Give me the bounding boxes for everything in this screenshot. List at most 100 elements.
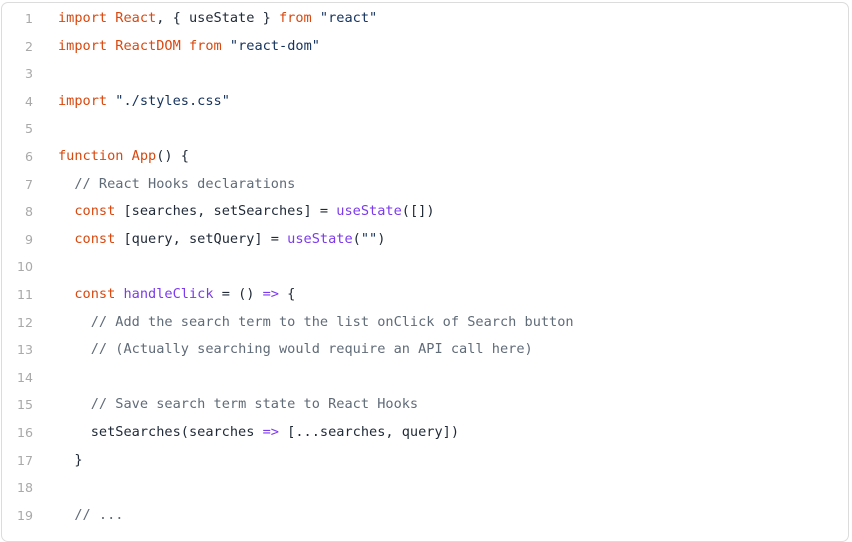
line-content: import "./styles.css"	[58, 88, 230, 116]
code-token-text: [query, setQuery] =	[115, 230, 288, 247]
code-token-text: ([])	[401, 203, 435, 220]
code-token-comment: // (Actually searching would require an …	[90, 341, 533, 358]
line-content: }	[58, 447, 83, 475]
line-content: const handleClick = () => {	[58, 281, 295, 309]
code-token-func: useState	[287, 230, 353, 247]
line-content: setSearches(searches => [...searches, qu…	[58, 419, 459, 447]
code-token-text: }	[58, 451, 83, 468]
code-line: 2 import ReactDOM from "react-dom"	[2, 33, 848, 61]
code-token-name: React	[115, 10, 157, 26]
code-token-text: )	[377, 230, 386, 247]
code-token-comment: // React Hooks declarations	[74, 175, 296, 192]
code-token-keyword: const	[74, 203, 116, 220]
line-content: // React Hooks declarations	[58, 171, 295, 199]
code-line: 7 // React Hooks declarations	[2, 171, 848, 199]
line-number: 18	[16, 480, 33, 496]
line-number: 2	[24, 38, 33, 54]
line-number: 14	[16, 369, 33, 385]
code-line: 18	[2, 474, 848, 502]
code-token-arrow: =>	[262, 285, 279, 302]
code-line: 15 // Save search term state to React Ho…	[2, 391, 848, 419]
code-line: 5	[2, 115, 848, 143]
code-line: 17 }	[2, 447, 848, 475]
line-number: 17	[16, 452, 33, 468]
code-token-name: App	[131, 147, 157, 164]
line-number: 8	[24, 204, 33, 220]
code-token-keyword: const	[74, 230, 116, 247]
line-content: // Save search term state to React Hooks	[58, 391, 418, 419]
code-token-text: () {	[156, 147, 189, 164]
code-line: 13 // (Actually searching would require …	[2, 336, 848, 364]
code-token-comment: // Save search term state to React Hooks	[90, 396, 419, 413]
line-content: // Add the search term to the list onCli…	[58, 309, 574, 337]
code-token-text: (	[352, 230, 361, 247]
code-token-keyword: const	[74, 285, 116, 302]
code-token-keyword: import	[58, 10, 108, 26]
line-content: import ReactDOM from "react-dom"	[58, 33, 320, 61]
code-token-keyword: from	[278, 10, 312, 26]
code-lines: 1 import React, { useState } from "react"…	[2, 5, 848, 529]
line-number: 16	[16, 424, 33, 440]
line-number: 19	[16, 507, 33, 523]
code-token-text: setSearches(searches	[58, 423, 263, 440]
code-line: 1 import React, { useState } from "react"	[2, 5, 848, 33]
line-number: 10	[16, 259, 33, 275]
code-block: 1 import React, { useState } from "react"…	[1, 2, 849, 542]
line-content: const [query, setQuery] = useState("")	[58, 226, 385, 254]
code-token-string: "./styles.css"	[115, 92, 230, 109]
code-token-keyword: import	[58, 92, 108, 109]
line-number: 11	[16, 286, 33, 302]
code-token-keyword: from	[188, 37, 222, 54]
code-token-text: = ()	[213, 285, 263, 302]
code-token-keyword: import	[58, 37, 108, 54]
line-content: const [searches, setSearches] = useState…	[58, 198, 435, 226]
line-number: 15	[16, 397, 33, 413]
line-number: 4	[24, 93, 33, 109]
code-token-arrow: =>	[262, 423, 279, 440]
code-token-text: [...searches, query])	[278, 423, 460, 440]
line-number: 13	[16, 342, 33, 358]
code-token-string: ""	[360, 230, 378, 247]
line-content: import React, { useState } from "react"	[58, 5, 377, 33]
code-token-string: "react-dom"	[229, 37, 320, 54]
line-number: 12	[16, 314, 33, 330]
code-line: 9 const [query, setQuery] = useState("")	[2, 226, 848, 254]
line-content: // (Actually searching would require an …	[58, 336, 533, 364]
line-content: function App() {	[58, 143, 189, 171]
code-line: 6 function App() {	[2, 143, 848, 171]
code-line: 3	[2, 60, 848, 88]
line-number: 9	[24, 231, 33, 247]
line-number: 1	[24, 11, 33, 26]
line-number: 7	[24, 176, 33, 192]
code-token-name: ReactDOM	[115, 37, 181, 54]
code-token-func: handleClick	[123, 285, 214, 302]
code-token-text: [searches, setSearches] =	[115, 203, 337, 220]
code-token-text: {	[279, 285, 296, 302]
code-token-text: , { useState }	[156, 10, 279, 26]
line-number: 3	[24, 66, 33, 82]
code-line: 19 // ...	[2, 502, 848, 530]
code-line: 16 setSearches(searches => [...searches,…	[2, 419, 848, 447]
code-token-string: "react"	[319, 10, 378, 26]
code-line: 8 const [searches, setSearches] = useSta…	[2, 198, 848, 226]
code-line: 12 // Add the search term to the list on…	[2, 309, 848, 337]
line-content: // ...	[58, 502, 123, 530]
code-token-keyword: function	[58, 147, 124, 164]
code-token-comment: // ...	[74, 506, 124, 523]
code-line: 4 import "./styles.css"	[2, 88, 848, 116]
code-token-func: useState	[336, 203, 402, 220]
line-number: 6	[24, 148, 33, 164]
code-line: 10	[2, 253, 848, 281]
code-line: 14	[2, 364, 848, 392]
